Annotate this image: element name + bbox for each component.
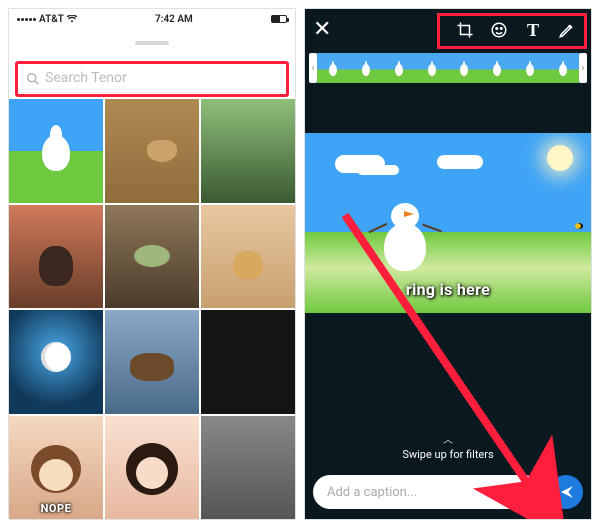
send-button[interactable] xyxy=(549,475,583,509)
crop-icon[interactable] xyxy=(455,20,475,40)
gif-overlay-text: ring is here xyxy=(305,280,591,299)
gif-cell[interactable] xyxy=(105,310,199,414)
clock-label: 7:42 AM xyxy=(77,14,271,25)
status-bar: AT&T 7:42 AM xyxy=(9,9,295,29)
filmstrip-frame xyxy=(546,53,579,83)
text-icon[interactable]: T xyxy=(523,20,543,40)
wifi-icon xyxy=(67,15,77,23)
gif-cell[interactable] xyxy=(201,99,295,203)
gif-cell[interactable] xyxy=(105,99,199,203)
media-preview: ring is here ︿ Swipe up for filters Add … xyxy=(305,85,591,519)
gif-cell[interactable] xyxy=(201,416,295,520)
send-icon xyxy=(559,484,575,500)
filmstrip-frame xyxy=(317,53,350,83)
filmstrip-frame xyxy=(383,53,416,83)
battery-icon xyxy=(271,15,287,23)
gif-cell[interactable] xyxy=(9,99,103,203)
close-button[interactable]: ✕ xyxy=(313,19,331,41)
gif-cell[interactable]: NOPE xyxy=(9,416,103,520)
sheet-nav-bar xyxy=(9,29,295,57)
cloud-graphic xyxy=(335,155,385,173)
gif-cell[interactable] xyxy=(201,310,295,414)
caption-input[interactable]: Add a caption... xyxy=(313,475,541,509)
filmstrip-frame xyxy=(481,53,514,83)
pencil-icon[interactable] xyxy=(557,20,577,40)
snowman-graphic xyxy=(384,223,426,271)
gif-picker-screen: AT&T 7:42 AM Search Tenor xyxy=(8,8,296,520)
search-icon xyxy=(26,72,39,85)
trim-handle-left[interactable]: ‹ xyxy=(309,53,317,83)
carrier-label: AT&T xyxy=(39,14,64,25)
trim-filmstrip[interactable]: ‹ › xyxy=(305,51,591,85)
sun-graphic xyxy=(547,145,573,171)
gif-grid: NOPE xyxy=(9,99,295,519)
editor-tool-group: T xyxy=(449,20,583,40)
chevron-up-icon: ︿ xyxy=(305,436,591,446)
gif-cell[interactable] xyxy=(201,205,295,309)
gif-cell[interactable] xyxy=(9,205,103,309)
filmstrip-frame xyxy=(448,53,481,83)
trim-handle-right[interactable]: › xyxy=(579,53,587,83)
filmstrip-frame xyxy=(415,53,448,83)
gif-cell[interactable] xyxy=(105,416,199,520)
signal-icon xyxy=(17,18,36,21)
media-editor-screen: ✕ T ‹ › xyxy=(304,8,592,520)
gif-cell[interactable] xyxy=(9,310,103,414)
search-placeholder: Search Tenor xyxy=(45,70,127,86)
filmstrip-frame xyxy=(350,53,383,83)
filmstrip-frame xyxy=(514,53,547,83)
bee-graphic xyxy=(575,223,583,229)
gif-cell[interactable] xyxy=(105,205,199,309)
search-input[interactable]: Search Tenor xyxy=(17,63,287,93)
sheet-grabber[interactable] xyxy=(135,41,169,45)
swipe-up-hint[interactable]: ︿ Swipe up for filters xyxy=(305,436,591,461)
emoji-icon[interactable] xyxy=(489,20,509,40)
preview-image[interactable]: ring is here xyxy=(305,133,591,313)
editor-top-bar: ✕ T xyxy=(305,9,591,51)
caption-bar: Add a caption... xyxy=(313,475,583,509)
